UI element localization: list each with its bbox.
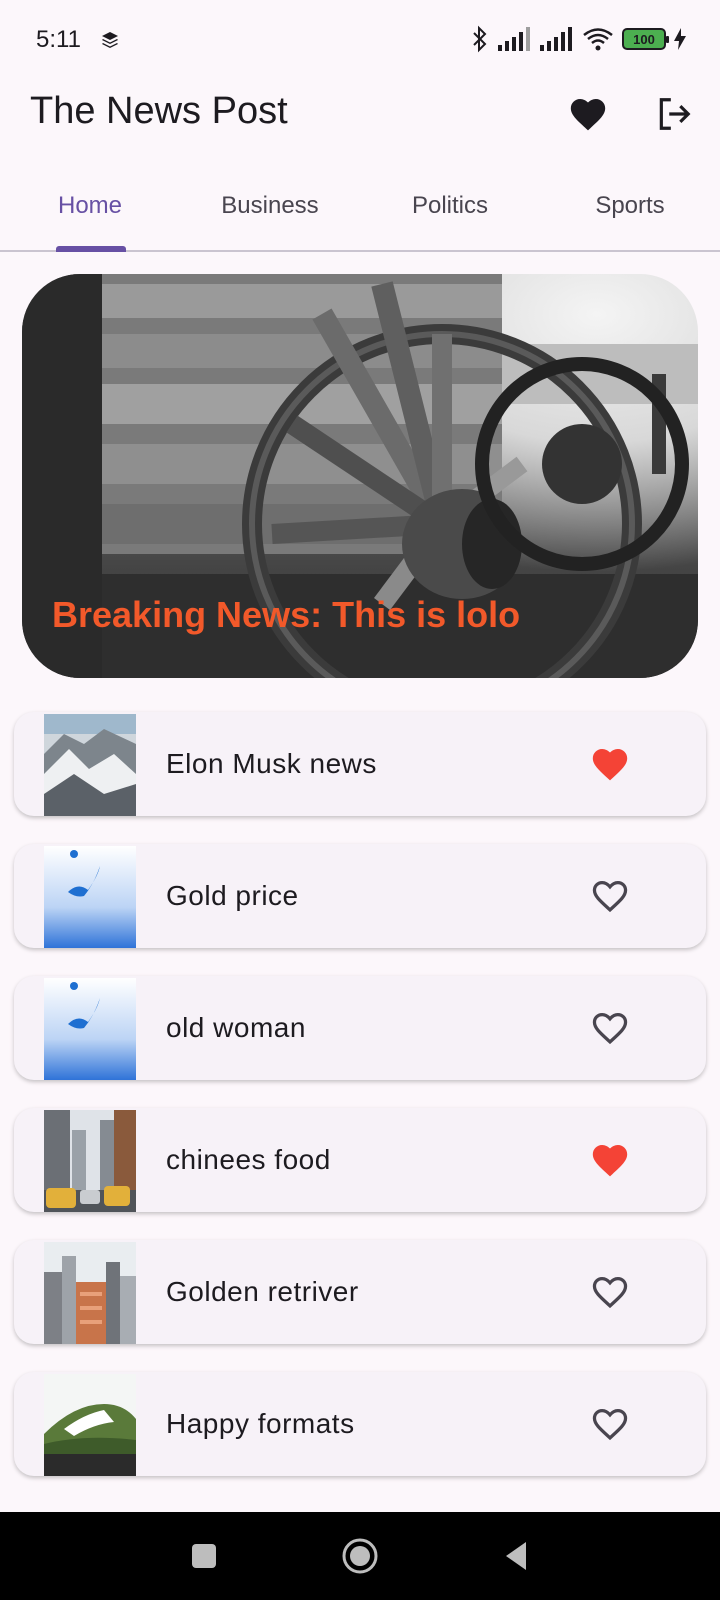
back-triangle-icon [506, 1542, 526, 1570]
news-thumbnail [44, 846, 136, 948]
favorites-button[interactable] [566, 92, 610, 136]
news-item[interactable]: Elon Musk news [14, 712, 706, 816]
breaking-news-banner[interactable]: Breaking News: This is lolo [22, 274, 698, 678]
app-title: The News Post [30, 90, 288, 132]
breaking-news-headline: Breaking News: This is lolo [52, 594, 521, 635]
tab-label: Business [221, 192, 319, 219]
back-button[interactable] [494, 1534, 538, 1578]
favorite-button[interactable] [588, 1006, 632, 1050]
heart-icon [570, 98, 606, 131]
news-thumbnail [44, 1110, 136, 1212]
news-title: Golden retriver [166, 1276, 359, 1307]
tab-business[interactable]: Business [200, 192, 340, 252]
logout-button[interactable] [652, 92, 696, 136]
signal-icon-2 [540, 27, 572, 51]
tab-label: Home [57, 192, 123, 219]
charging-icon [674, 28, 686, 50]
home-circle-icon [342, 1538, 378, 1574]
wifi-icon [583, 28, 613, 51]
favorite-button[interactable] [588, 1402, 632, 1446]
heart-outline-icon [592, 880, 628, 913]
heart-filled-icon [592, 1144, 628, 1177]
favorite-button[interactable] [588, 1138, 632, 1182]
app-bar: The News Post [0, 80, 720, 164]
tab-sports[interactable]: Sports [560, 192, 700, 252]
news-item[interactable]: old woman [14, 976, 706, 1080]
news-thumbnail [44, 1242, 136, 1344]
tab-home[interactable]: Home [30, 192, 150, 252]
favorite-button[interactable] [588, 742, 632, 786]
category-tabs: Home Business Politics Sports [0, 176, 720, 252]
layers-icon [102, 32, 118, 48]
heart-outline-icon [592, 1012, 628, 1045]
news-thumbnail [44, 1374, 136, 1476]
news-item[interactable]: Golden retriver [14, 1240, 706, 1344]
news-title: Gold price [166, 880, 299, 911]
system-nav-bar [0, 1512, 720, 1600]
news-item[interactable]: chinees food [14, 1108, 706, 1212]
logout-icon [659, 98, 691, 130]
news-title: Happy formats [166, 1408, 355, 1439]
signal-icon [498, 27, 530, 51]
status-time: 5:11 [36, 26, 81, 53]
news-item[interactable]: Gold price [14, 844, 706, 948]
favorite-button[interactable] [588, 1270, 632, 1314]
status-bar: 5:11 100 [0, 0, 720, 80]
tab-label: Politics [411, 192, 489, 219]
status-icons: 100 [470, 24, 686, 54]
news-item[interactable]: Happy formats [14, 1372, 706, 1476]
tab-politics[interactable]: Politics [380, 192, 520, 252]
heart-filled-icon [592, 748, 628, 781]
tab-indicator [56, 246, 126, 252]
home-button[interactable] [338, 1534, 382, 1578]
news-title: Elon Musk news [166, 748, 377, 779]
battery-level: 100 [633, 31, 655, 47]
heart-outline-icon [592, 1276, 628, 1309]
heart-outline-icon [592, 1408, 628, 1441]
square-icon [192, 1544, 216, 1568]
recents-button[interactable] [182, 1534, 226, 1578]
news-title: old woman [166, 1012, 306, 1043]
battery-icon: 100 [622, 28, 669, 50]
tab-label: Sports [595, 192, 665, 219]
bluetooth-icon [473, 25, 487, 53]
news-thumbnail [44, 978, 136, 1080]
favorite-button[interactable] [588, 874, 632, 918]
news-thumbnail [44, 714, 136, 816]
news-title: chinees food [166, 1144, 331, 1175]
